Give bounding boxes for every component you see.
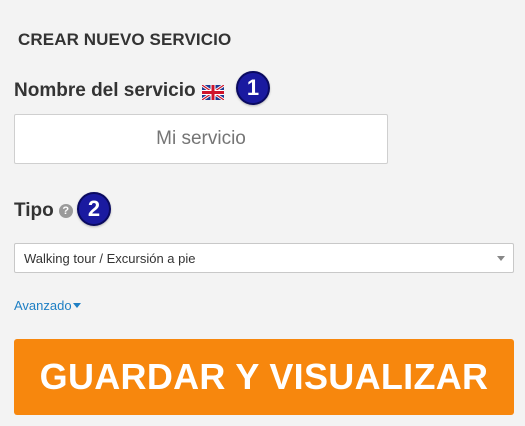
save-and-view-button[interactable]: GUARDAR Y VISUALIZAR (14, 339, 514, 415)
advanced-toggle-link[interactable]: Avanzado (14, 298, 81, 313)
section-title: CREAR NUEVO SERVICIO (18, 30, 232, 49)
type-field-label: Tipo ? (14, 200, 73, 222)
caret-down-icon (72, 303, 81, 308)
service-name-input[interactable] (14, 114, 388, 164)
name-field-label: Nombre del servicio (14, 80, 225, 102)
service-type-selected-value: Walking tour / Excursión a pie (24, 250, 196, 266)
uk-flag-icon[interactable] (200, 83, 225, 101)
name-label-text: Nombre del servicio (14, 80, 196, 101)
chevron-down-icon (497, 256, 505, 261)
advanced-link-label: Avanzado (14, 298, 72, 313)
type-label-text: Tipo (14, 200, 54, 221)
step-badge-2: 2 (77, 192, 111, 226)
service-type-select[interactable]: Walking tour / Excursión a pie (14, 243, 514, 273)
question-circle-icon[interactable]: ? (58, 204, 73, 218)
create-service-page: CREAR NUEVO SERVICIO Nombre del servicio… (0, 0, 525, 426)
step-badge-1: 1 (236, 71, 270, 105)
